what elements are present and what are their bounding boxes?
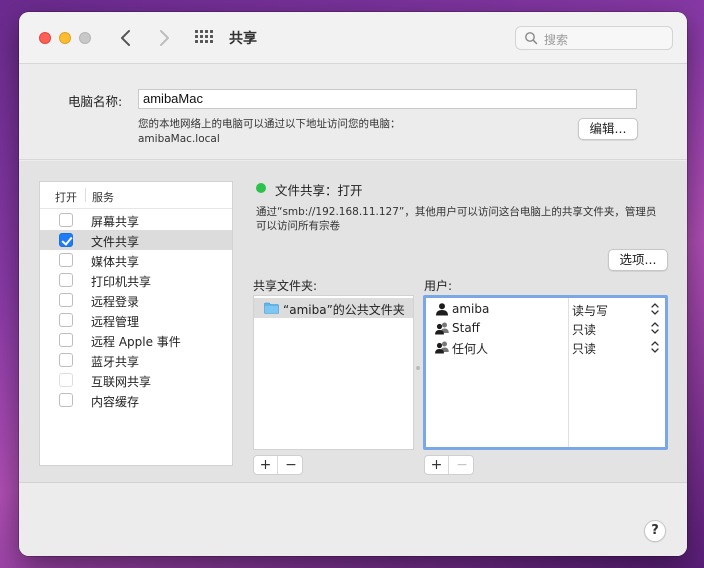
service-label: 文件共享 [91,235,140,249]
column-header-on[interactable]: 打开 [55,189,77,205]
service-checkbox[interactable] [59,293,73,307]
service-checkbox[interactable] [59,373,73,387]
system-preferences-window: 共享 搜索 电脑名称: amibaMac 您的本地网络上的电脑可以通过以下地址访… [19,12,687,556]
service-row[interactable]: 媒体共享 [40,250,232,270]
remove-user-button[interactable]: − [450,456,474,474]
service-label: 内容缓存 [91,395,140,409]
single-user-icon [436,303,448,316]
window-title: 共享 [229,31,257,47]
service-label: 互联网共享 [91,375,152,389]
search-placeholder: 搜索 [544,33,569,47]
titlebar: 共享 搜索 [19,12,687,64]
service-checkbox[interactable] [59,213,73,227]
shared-folder-name: “amiba”的公共文件夹 [283,303,405,317]
shared-folder-row[interactable]: “amiba”的公共文件夹 [254,298,413,318]
edit-button[interactable]: 编辑... [578,118,638,140]
service-checkbox[interactable] [59,333,73,347]
column-header-service[interactable]: 服务 [92,189,114,205]
local-address: amibaMac.local [138,133,220,145]
help-button[interactable]: ? [644,520,666,542]
column-divider [85,188,86,202]
search-field[interactable]: 搜索 [515,26,673,50]
users-label: 用户: [424,279,453,293]
service-checkbox[interactable] [59,273,73,287]
service-label: 屏幕共享 [91,215,140,229]
service-row[interactable]: 文件共享 [40,230,232,250]
service-row[interactable]: 内容缓存 [40,390,232,410]
minimize-window-button[interactable] [59,32,71,44]
forward-arrow-icon[interactable] [153,26,175,50]
service-checkbox[interactable] [59,233,73,247]
group-icon [435,322,449,335]
service-checkbox[interactable] [59,353,73,367]
user-permission-popup[interactable]: 读与写 [572,302,608,319]
folder-icon [264,302,279,314]
user-permission-popup[interactable]: 只读 [572,340,596,357]
service-row[interactable]: 蓝牙共享 [40,350,232,370]
service-label: 媒体共享 [91,255,140,269]
user-name: 任何人 [452,342,489,356]
service-row[interactable]: 远程登录 [40,290,232,310]
user-row[interactable]: Staff 只读 [426,319,665,338]
show-all-grid-icon[interactable] [195,30,213,46]
user-permission-popup[interactable]: 只读 [572,321,596,338]
status-indicator-dot [256,183,266,193]
up-down-chevron-icon[interactable] [651,321,659,335]
search-icon [525,32,538,45]
computer-name-input[interactable]: amibaMac [138,89,637,109]
folders-add-remove-control: + − [253,455,303,475]
service-label: 蓝牙共享 [91,355,140,369]
service-checkbox[interactable] [59,393,73,407]
service-checkbox[interactable] [59,253,73,267]
computer-name-section: 电脑名称: amibaMac 您的本地网络上的电脑可以通过以下地址访问您的电脑：… [19,64,687,160]
user-row[interactable]: 任何人 只读 [426,338,665,357]
add-folder-button[interactable]: + [254,456,278,474]
zoom-window-button[interactable] [79,32,91,44]
split-view-divider[interactable] [416,366,420,370]
back-arrow-icon[interactable] [115,26,137,50]
service-row[interactable]: 打印机共享 [40,270,232,290]
service-row[interactable]: 屏幕共享 [40,210,232,230]
remove-folder-button[interactable]: − [279,456,303,474]
group-icon [435,341,449,354]
services-list: 打开 服务 屏幕共享文件共享媒体共享打印机共享远程登录远程管理远程 Apple … [39,181,233,466]
address-hint-text: 您的本地网络上的电脑可以通过以下地址访问您的电脑： [138,118,401,130]
up-down-chevron-icon[interactable] [651,302,659,316]
service-label: 打印机共享 [91,275,152,289]
service-label: 远程登录 [91,295,140,309]
options-button[interactable]: 选项... [608,249,668,271]
service-row[interactable]: 远程管理 [40,310,232,330]
service-description: 通过“smb://192.168.11.127”，其他用户可以访问这台电脑上的共… [256,206,657,232]
close-window-button[interactable] [39,32,51,44]
service-row[interactable]: 远程 Apple 事件 [40,330,232,350]
user-name: Staff [452,321,480,335]
services-list-header: 打开 服务 [40,182,232,209]
add-user-button[interactable]: + [425,456,449,474]
users-list[interactable]: amiba 读与写 Staff 只读 任何人 只读 [423,295,668,450]
user-name: amiba [452,302,490,316]
user-row[interactable]: amiba 读与写 [426,300,665,319]
service-row[interactable]: 互联网共享 [40,370,232,390]
service-label: 远程管理 [91,315,140,329]
sharing-section: 打开 服务 屏幕共享文件共享媒体共享打印机共享远程登录远程管理远程 Apple … [19,161,687,483]
address-hint: 您的本地网络上的电脑可以通过以下地址访问您的电脑： amibaMac.local [138,117,401,147]
service-label: 远程 Apple 事件 [91,335,181,349]
users-add-remove-control: + − [424,455,474,475]
shared-folders-list: “amiba”的公共文件夹 [253,295,414,450]
footer: ? [19,484,687,556]
service-checkbox[interactable] [59,313,73,327]
computer-name-label: 电脑名称: [68,94,123,109]
up-down-chevron-icon[interactable] [651,340,659,354]
service-status-title: 文件共享：打开 [275,183,363,198]
shared-folders-label: 共享文件夹: [253,279,318,293]
